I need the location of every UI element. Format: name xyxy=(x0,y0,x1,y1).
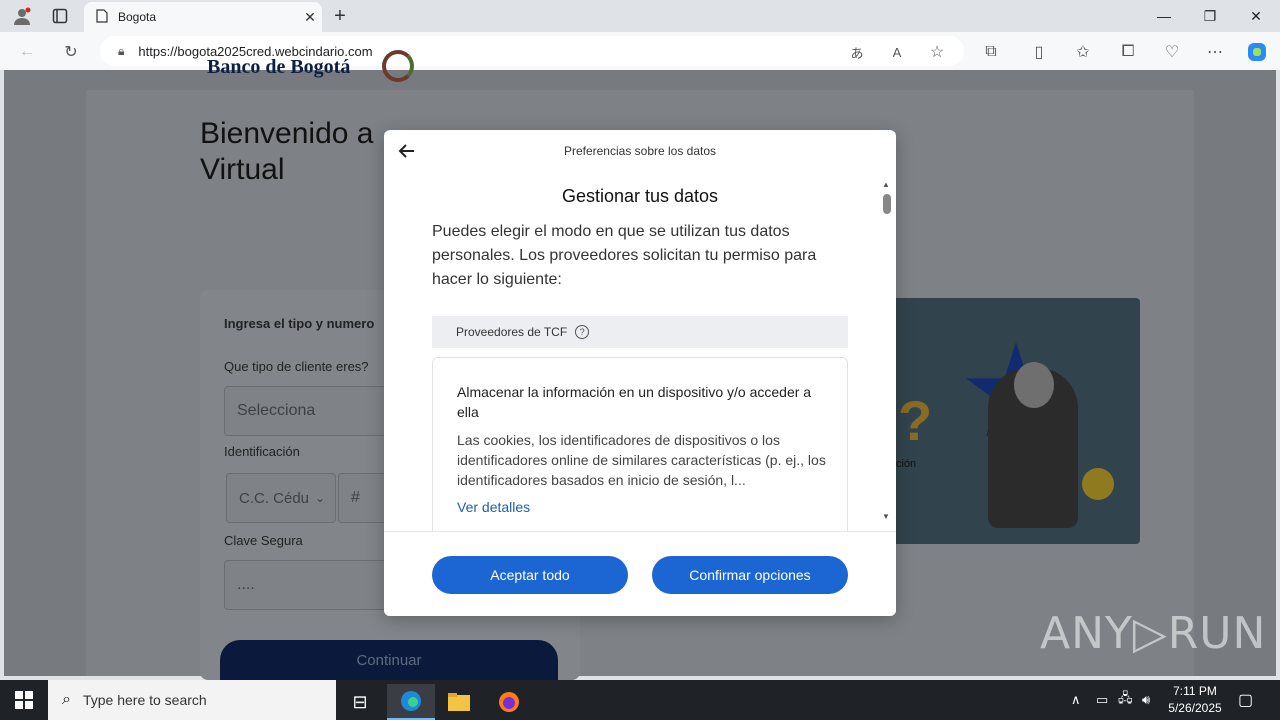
network-icon[interactable]: 🖧︎ xyxy=(1118,680,1133,720)
favorite-icon[interactable]: ☆ xyxy=(926,41,948,63)
id-type-select[interactable]: C.C. Cédu ⌄ xyxy=(226,473,336,523)
search-placeholder: Type here to search xyxy=(82,692,207,708)
tab-bogota[interactable]: Bogota ✕ xyxy=(84,2,322,32)
page-icon xyxy=(96,8,108,26)
form-title: Ingresa el tipo y numero xyxy=(224,316,375,331)
tcf-vendors-bar: Proveedores de TCF ? xyxy=(432,316,848,348)
read-aloud-icon[interactable]: A xyxy=(886,41,908,63)
accept-all-button[interactable]: Aceptar todo xyxy=(432,556,628,594)
file-explorer-icon[interactable] xyxy=(435,684,483,720)
data-preferences-modal: Preferencias sobre los datos Gestionar t… xyxy=(384,130,896,616)
firefox-icon[interactable] xyxy=(485,684,533,720)
restore-icon[interactable]: ❐ xyxy=(1187,0,1233,32)
purpose-body: Las cookies, los identificadores de disp… xyxy=(457,432,826,488)
collections-icon[interactable]: ⧠ xyxy=(1117,41,1139,63)
modal-title: Gestionar tus datos xyxy=(561,186,719,206)
browser-essentials-icon[interactable]: ♡ xyxy=(1161,41,1183,63)
promo-banner[interactable]: ? ción xyxy=(888,298,1140,544)
task-view-icon[interactable]: ⊟ xyxy=(336,684,384,720)
password-label: Clave Segura xyxy=(224,533,303,548)
edge-icon[interactable] xyxy=(387,684,435,720)
promo-text: ción xyxy=(896,458,917,470)
client-type-select[interactable]: Selecciona xyxy=(224,386,394,436)
minimize-icon[interactable]: — xyxy=(1141,0,1187,32)
id-label: Identificación xyxy=(224,444,300,459)
client-type-label: Que tipo de cliente eres? xyxy=(224,359,369,374)
modal-footer: Aceptar todo Confirmar opciones xyxy=(384,531,896,616)
tab-title: Bogota xyxy=(118,10,157,24)
show-hidden-icons[interactable]: ∧ xyxy=(1071,680,1081,720)
anyrun-watermark: ANY▷RUN xyxy=(1040,608,1267,659)
windows-taskbar: ⌕ Type here to search ⊟ ∧ ▭ 🖧︎ 🔊︎ 7:11 P… xyxy=(0,680,1280,720)
bank-logo-mark xyxy=(382,50,414,82)
scroll-down-icon[interactable]: ▼ xyxy=(882,512,890,521)
windows-start-icon[interactable] xyxy=(0,680,48,720)
tcf-label: Proveedores de TCF xyxy=(456,325,568,339)
scroll-up-icon[interactable]: ▲ xyxy=(882,180,890,189)
more-icon[interactable]: ⋯ xyxy=(1204,41,1226,63)
refresh-icon[interactable]: ↻ xyxy=(60,41,82,63)
notifications-icon[interactable]: ▢ xyxy=(1238,680,1253,720)
browser-tab-bar: Bogota ✕ + — ❐ ✕ xyxy=(0,0,1280,32)
close-window-icon[interactable]: ✕ xyxy=(1233,0,1279,32)
modal-scrollbar[interactable]: ▲ ▼ xyxy=(882,180,892,524)
password-input[interactable]: .... xyxy=(224,560,394,610)
new-tab-icon[interactable]: + xyxy=(330,5,350,27)
id-type-value: C.C. Cédu xyxy=(239,489,310,507)
clock-date: 5/26/2025 xyxy=(1168,701,1222,715)
purpose-card: Almacenar la información en un dispositi… xyxy=(432,357,848,547)
device-icon[interactable]: ▭ xyxy=(1096,680,1108,720)
extensions-icon[interactable]: ⧉ xyxy=(980,41,1002,63)
tab-actions-icon[interactable] xyxy=(50,6,70,26)
welcome-line-1: Bienvenido a xyxy=(200,117,374,150)
question-mark-graphic: ? xyxy=(898,389,933,452)
taskbar-search[interactable]: ⌕ Type here to search xyxy=(48,680,336,720)
confirm-options-button[interactable]: Confirmar opciones xyxy=(652,556,848,594)
profile-icon[interactable] xyxy=(12,6,32,26)
close-tab-icon[interactable]: ✕ xyxy=(298,9,322,26)
view-details-link[interactable]: Ver detalles xyxy=(457,499,530,515)
browser-toolbar: ← ↻ 🔒︎ https://bogota2025cred.webcindari… xyxy=(0,32,1280,70)
person-head-graphic xyxy=(1014,362,1054,408)
scroll-thumb[interactable] xyxy=(883,194,891,214)
copilot-icon[interactable] xyxy=(1246,41,1268,63)
volume-icon[interactable]: 🔊︎ xyxy=(1142,680,1150,720)
split-screen-icon[interactable]: ▯ xyxy=(1028,41,1050,63)
welcome-line-2: Virtual xyxy=(200,153,285,186)
translate-icon[interactable]: あ xyxy=(846,41,868,63)
back-icon[interactable]: ← xyxy=(16,41,38,63)
chevron-down-icon: ⌄ xyxy=(315,491,326,505)
help-icon[interactable]: ? xyxy=(575,325,590,339)
continue-button[interactable]: Continuar xyxy=(220,640,558,680)
clock-time: 7:11 PM xyxy=(1173,684,1217,698)
lock-icon[interactable]: 🔒︎ xyxy=(118,44,124,59)
coin-graphic xyxy=(1082,468,1114,500)
modal-description: Puedes elegir el modo en que se utilizan… xyxy=(432,223,817,288)
bank-logo: Banco de Bogotá xyxy=(207,56,351,78)
favorites-icon[interactable]: ✩ xyxy=(1072,41,1094,63)
taskbar-clock[interactable]: 7:11 PM 5/26/2025 xyxy=(1160,683,1230,717)
modal-header: Preferencias sobre los datos xyxy=(563,144,717,158)
welcome-heading: Bienvenido a Virtual xyxy=(200,116,373,188)
search-icon: ⌕ xyxy=(62,691,71,708)
purpose-title: Almacenar la información en un dispositi… xyxy=(457,384,812,420)
